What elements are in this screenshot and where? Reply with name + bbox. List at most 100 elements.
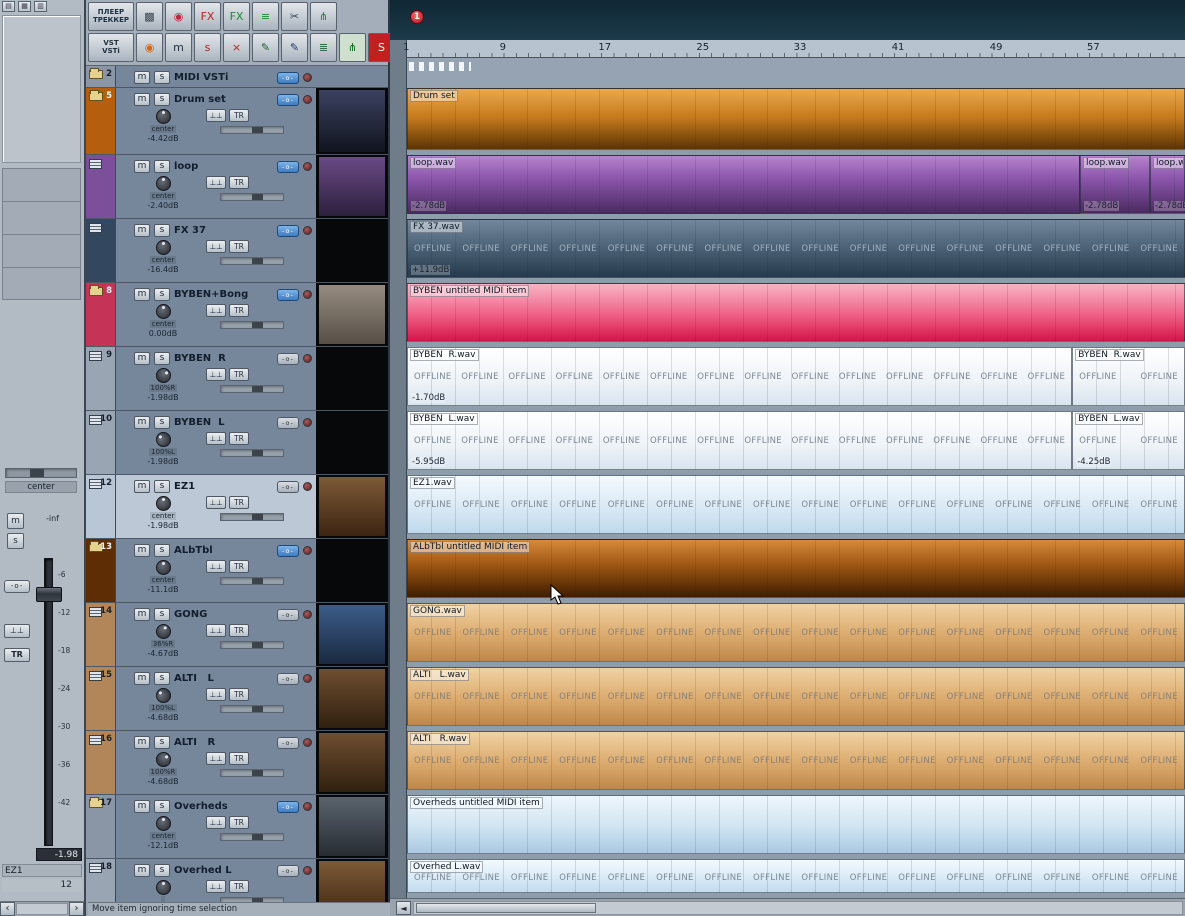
level-mini-slider[interactable] [220, 193, 284, 201]
pan-knob[interactable] [155, 176, 171, 191]
timeline-event[interactable]: loop.wav -2.78dB [407, 155, 1080, 214]
track-row[interactable]: 10 m s BYBEN L -o- 100%L -1.98dB ⊥⊥ TR [86, 411, 388, 475]
timeline-event[interactable]: BYBEN L.wav OFFLINE OFFLINE -4.25dB [1072, 411, 1185, 470]
level-mini-slider[interactable] [220, 577, 284, 585]
mute-button[interactable]: m [134, 224, 150, 237]
level-mini-slider[interactable] [220, 705, 284, 713]
mini-slider-handle[interactable] [252, 834, 263, 840]
record-arm-button[interactable] [303, 226, 312, 235]
solo-button[interactable]: s [154, 864, 170, 877]
track-row[interactable]: 9 m s BYBEN R -o- 100%R -1.98dB ⊥⊥ TR [86, 347, 388, 411]
record-arm-button[interactable] [303, 674, 312, 683]
tr-button[interactable]: TR [229, 176, 249, 189]
pan-knob[interactable] [152, 364, 174, 387]
monitor-button[interactable]: -o- [277, 608, 299, 621]
level-mini-slider[interactable] [220, 126, 284, 134]
level-mini-slider[interactable] [220, 641, 284, 649]
mute-all-button[interactable]: m [165, 33, 192, 62]
solo-button[interactable]: s [154, 288, 170, 301]
solo-button[interactable]: s [154, 800, 170, 813]
mute-button[interactable]: m [134, 800, 150, 813]
monitor-button[interactable]: -o- [4, 580, 30, 593]
track-row[interactable]: 12 m s EZ1 -o- center -1.98dB ⊥⊥ TR [86, 475, 388, 539]
list-button[interactable]: ≣ [310, 33, 337, 62]
timeline-event[interactable]: ALTI L.wav OFFLINE OFFLINE OFFLINE OFFLINE OF… [407, 667, 1185, 726]
record-arm-button[interactable] [303, 610, 312, 619]
fader-button[interactable]: ⊥⊥ [206, 880, 226, 893]
monitor-button[interactable]: -o- [277, 672, 299, 685]
tool-button-1[interactable]: ✎ [252, 33, 279, 62]
timeline-ruler[interactable]: 1 9 17 25 33 41 49 57 [403, 40, 1185, 58]
delete-button[interactable]: × [223, 33, 250, 62]
level-mini-slider[interactable] [220, 833, 284, 841]
fader-button[interactable]: ⊥⊥ [206, 240, 226, 253]
monitor-button[interactable]: -o- [277, 93, 299, 106]
monitor-button[interactable]: -o- [277, 224, 299, 237]
monitor-button[interactable]: -o- [277, 480, 299, 493]
mute-button[interactable]: m [134, 672, 150, 685]
mini-slider-handle[interactable] [252, 127, 263, 133]
mini-slider-handle[interactable] [252, 770, 263, 776]
scrollbar-thumb[interactable] [416, 902, 596, 913]
solo-button[interactable]: s [7, 533, 24, 549]
insert-slot[interactable] [2, 168, 81, 201]
track-row[interactable]: m s loop -o- center -2.40dB ⊥⊥ TR [86, 155, 388, 219]
scrollbar-track[interactable] [16, 903, 68, 915]
fader-button[interactable]: ⊥⊥ [4, 624, 30, 638]
pan-knob[interactable] [153, 621, 173, 642]
mute-button[interactable]: m [134, 352, 150, 365]
solo-button[interactable]: s [154, 480, 170, 493]
monitor-button[interactable]: -o- [277, 736, 299, 749]
mini-slider-handle[interactable] [252, 578, 263, 584]
mini-slider-handle[interactable] [252, 194, 263, 200]
record-arm-button[interactable] [303, 802, 312, 811]
mute-button[interactable]: m [134, 480, 150, 493]
fader-button[interactable]: ⊥⊥ [206, 560, 226, 573]
fader-button[interactable]: ⊥⊥ [206, 368, 226, 381]
timeline-event[interactable]: Drum set [407, 88, 1185, 150]
track-row[interactable]: m s FX 37 -o- center -16.4dB ⊥⊥ TR [86, 219, 388, 283]
tr-button[interactable]: TR [229, 560, 249, 573]
solo-button[interactable]: s [154, 608, 170, 621]
tr-button[interactable]: TR [229, 624, 249, 637]
split-button[interactable]: ✂ [281, 2, 308, 31]
track-row[interactable]: 16 m s ALTI R -o- 100%R -4.68dB ⊥⊥ TR [86, 731, 388, 795]
mute-button[interactable]: m [134, 608, 150, 621]
mute-button[interactable]: m [134, 71, 150, 84]
insert-slot[interactable] [2, 267, 81, 300]
timeline-event[interactable]: BYBEN untitled MIDI item [407, 283, 1185, 342]
solo-button[interactable]: s [154, 71, 170, 84]
timeline-event[interactable]: EZ1.wav OFFLINE OFFLINE OFFLINE OFFLINE OFFLI… [407, 475, 1185, 534]
fader-button[interactable]: ⊥⊥ [206, 816, 226, 829]
level-mini-slider[interactable] [220, 769, 284, 777]
record-arm-button[interactable] [303, 290, 312, 299]
mini-slider-handle[interactable] [252, 706, 263, 712]
network-button[interactable]: ⋔ [339, 33, 366, 62]
timeline-event[interactable]: loop.wav -2.78dB [1079, 155, 1150, 214]
tr-button[interactable]: TR [229, 752, 249, 765]
timeline-event[interactable]: loop.wa -2.78dB [1149, 155, 1185, 214]
solo-button[interactable]: s [154, 93, 170, 106]
fader-button[interactable]: ⊥⊥ [206, 496, 226, 509]
monitor-button[interactable]: -o- [277, 800, 299, 813]
timeline-event[interactable]: Overheds untitled MIDI item [407, 795, 1185, 854]
solo-button[interactable]: s [154, 672, 170, 685]
mute-button[interactable]: m [134, 736, 150, 749]
pan-knob[interactable] [155, 816, 171, 831]
mute-button[interactable]: m [134, 288, 150, 301]
tr-button[interactable]: TR [229, 304, 249, 317]
pan-knob[interactable] [155, 109, 171, 124]
insert-slot[interactable] [2, 201, 81, 234]
window-button-1[interactable]: ▤ [2, 1, 15, 12]
record-arm-button[interactable] [303, 738, 312, 747]
tr-button[interactable]: TR [229, 240, 249, 253]
lock-button[interactable]: ▩ [136, 2, 163, 31]
track-list-button[interactable]: ≡ [252, 2, 279, 31]
tr-button[interactable]: TR [229, 368, 249, 381]
record-arm-button[interactable] [303, 866, 312, 875]
solo-button[interactable]: s [154, 416, 170, 429]
pan-slider[interactable] [5, 468, 77, 478]
scroll-right-icon[interactable]: › [69, 902, 84, 916]
volume-fader[interactable] [36, 558, 62, 846]
insert-slot[interactable] [2, 234, 81, 267]
